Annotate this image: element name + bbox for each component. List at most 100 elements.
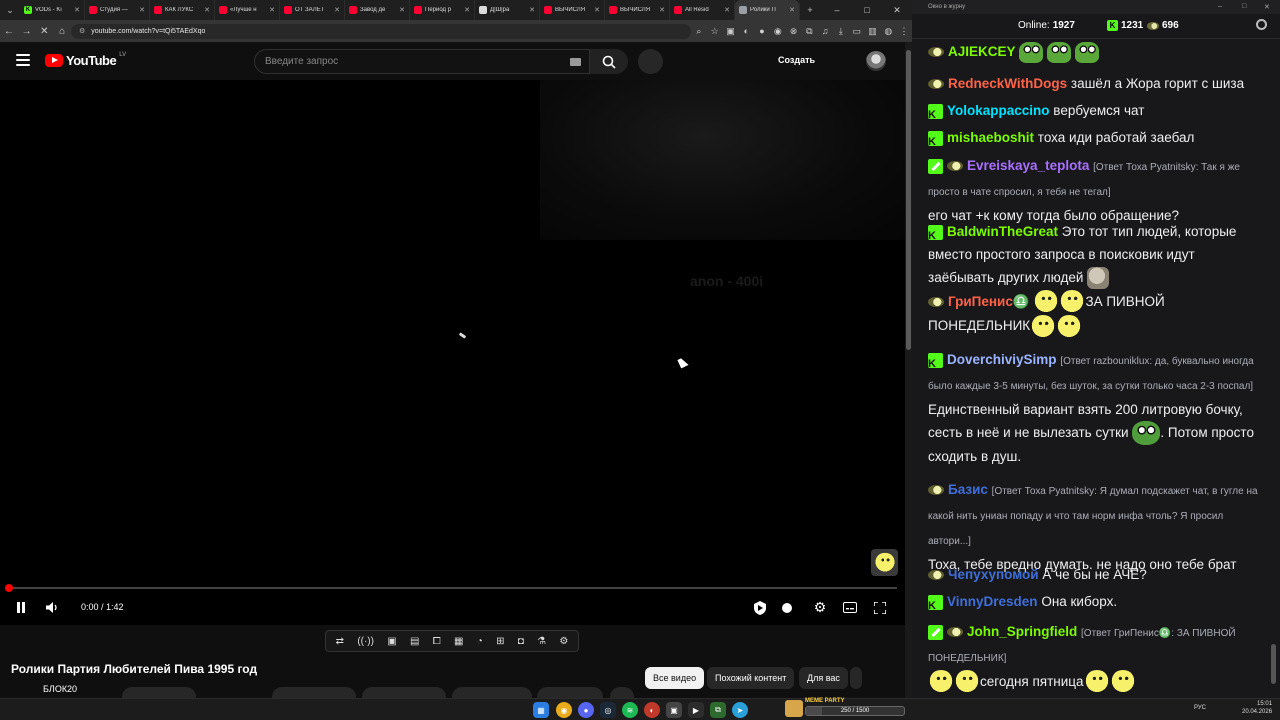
steam-icon[interactable]: ◎ <box>600 702 616 718</box>
media-player-icon[interactable]: ▶ <box>688 702 704 718</box>
tab-5[interactable]: Завод де ✕ <box>345 0 410 20</box>
tab-2[interactable]: КАК ЛУКС ✕ <box>150 0 215 20</box>
tab-9[interactable]: ВЫЧИСЛЯ ✕ <box>605 0 670 20</box>
extension-icon[interactable]: ⊗ <box>786 20 802 42</box>
settings-gear-icon[interactable] <box>1256 19 1267 30</box>
tab-0[interactable]: K VODs - Ki ✕ <box>20 0 85 20</box>
url-field[interactable]: ⚙ youtube.com/watch?v=tQi5TAEdXqo <box>71 23 691 39</box>
chat-message[interactable]: Чепухупомой А че бы не АЧЕ? <box>928 563 1264 586</box>
maximize-icon[interactable]: □ <box>852 0 882 20</box>
tab-close-icon[interactable]: ✕ <box>789 6 795 14</box>
extension-icon[interactable]: ● <box>754 20 770 42</box>
avatar[interactable] <box>866 51 886 71</box>
save-button[interactable] <box>452 687 532 698</box>
tab-close-icon[interactable]: ✕ <box>334 6 340 14</box>
share-button[interactable] <box>362 687 446 698</box>
site-info-icon[interactable]: ⚙ <box>79 27 85 35</box>
filter-chip-for-you[interactable]: Для вас <box>799 667 848 689</box>
start-menu-icon[interactable]: ▦ <box>533 702 549 718</box>
chat-username[interactable]: DoverchiviySimp <box>947 352 1057 367</box>
flask-icon[interactable]: ⚗ <box>537 636 546 647</box>
filter-chip-all[interactable]: Все видео <box>645 667 705 689</box>
chat-username[interactable]: VinnyDresden <box>947 594 1038 609</box>
voice-search-button[interactable] <box>638 49 663 74</box>
chat-username[interactable]: BaldwinTheGreat <box>947 224 1058 239</box>
chat-username[interactable]: Базис <box>948 482 988 497</box>
tab-4[interactable]: ОТ ЗАЛЕТ ✕ <box>280 0 345 20</box>
sidebar-icon[interactable]: ▥ <box>865 20 881 42</box>
settings-gear-icon[interactable]: ⚙ <box>810 595 830 620</box>
extension-icon[interactable]: ▣ <box>723 20 739 42</box>
minimize-icon[interactable]: – <box>822 0 852 20</box>
chat-message[interactable]: K BaldwinTheGreat Это тот тип людей, кото… <box>928 220 1264 290</box>
more-actions-button[interactable] <box>610 687 634 698</box>
stop-icon[interactable]: ✕ <box>36 20 54 42</box>
chat-scrollbar[interactable] <box>1271 40 1276 690</box>
tab-close-icon[interactable]: ✕ <box>269 6 275 14</box>
discord-icon[interactable]: ● <box>578 702 594 718</box>
tab-close-icon[interactable]: ✕ <box>659 6 665 14</box>
fullscreen-icon[interactable] <box>870 595 890 620</box>
filter-chip-related[interactable]: Похожий контент <box>707 667 795 689</box>
menu-kebab-icon[interactable]: ⋮ <box>896 20 912 42</box>
chat-message[interactable]: John_Springfield [Ответ ГриПенис♎: ЗА ПИ… <box>928 620 1264 695</box>
page-scrollbar[interactable] <box>905 42 912 698</box>
hamburger-menu-icon[interactable] <box>16 54 30 66</box>
language-indicator[interactable]: РУС <box>1194 705 1206 711</box>
extension-icon[interactable]: ◉ <box>770 20 786 42</box>
pause-icon[interactable] <box>12 595 30 620</box>
film-strip-icon[interactable]: ▦ <box>454 636 463 647</box>
tab-1[interactable]: Студия — ✕ <box>85 0 150 20</box>
plus-screen-icon[interactable]: ⊞ <box>496 636 504 647</box>
keyboard-icon[interactable] <box>570 58 581 66</box>
tab-close-icon[interactable]: ✕ <box>399 6 405 14</box>
search-button[interactable] <box>590 49 628 74</box>
chat-message[interactable]: Базис [Ответ Тоха Pyatnitsky: Я думал по… <box>928 478 1264 576</box>
profile-icon[interactable]: ◍ <box>880 20 896 42</box>
aspect-icon[interactable]: ⧠ <box>433 636 441 647</box>
tab-3[interactable]: «Лучше н ✕ <box>215 0 280 20</box>
subscribe-button[interactable] <box>122 687 196 698</box>
back-icon[interactable]: ← <box>0 20 18 42</box>
media-icon[interactable]: ♫ <box>817 20 833 42</box>
tab-close-icon[interactable]: ✕ <box>204 6 210 14</box>
new-tab-button[interactable]: + <box>800 0 820 20</box>
search-input[interactable]: Введите запрос <box>254 49 590 74</box>
tab-10[interactable]: All Resid ✕ <box>670 0 735 20</box>
chat-message[interactable]: RedneckWithDogs зашёл а Жора горит с шиз… <box>928 72 1264 95</box>
zoom-icon[interactable]: ⌕ <box>691 20 707 42</box>
tab-close-icon[interactable]: ✕ <box>74 6 80 14</box>
filter-chip-next[interactable] <box>850 667 862 689</box>
chat-message[interactable]: ГриПенис♎ ЗА ПИВНОЙ ПОНЕДЕЛЬНИК <box>928 290 1264 339</box>
tab-search-icon[interactable]: ⌄ <box>0 0 20 20</box>
progress-bar[interactable] <box>8 587 897 589</box>
clapper-icon[interactable]: ▤ <box>410 636 419 647</box>
chat-message[interactable]: K DoverchiviySimp [Ответ razbouniklux: да… <box>928 348 1264 468</box>
screen-icon[interactable]: ▣ <box>387 636 396 647</box>
create-button[interactable]: Создать <box>778 55 815 65</box>
chat-username[interactable]: AJIEKCEY <box>948 44 1016 59</box>
spotify-icon[interactable]: ≋ <box>622 702 638 718</box>
speedometer-icon[interactable]: ◔ <box>477 636 483 647</box>
tab-8[interactable]: ВЫЧИСЛЯ ✕ <box>540 0 605 20</box>
chat-message[interactable]: K VinnyDresden Она киборх. <box>928 590 1264 613</box>
chat-username[interactable]: mishaeboshit <box>947 130 1034 145</box>
extension-icon[interactable]: ◐ <box>738 20 754 42</box>
chat-username[interactable]: Evreiskaya_teplota <box>967 158 1089 173</box>
chat-message[interactable]: Kmishaeboshit тоха иди работай заебал <box>928 126 1264 149</box>
chrome-icon[interactable]: ◉ <box>556 702 572 718</box>
tab-close-icon[interactable]: ✕ <box>594 6 600 14</box>
forward-icon[interactable]: → <box>18 20 36 42</box>
clip-button[interactable] <box>537 687 603 698</box>
cast-icon[interactable]: ▭ <box>849 20 865 42</box>
video-player[interactable]: anon - 400i 0:00 / 1:42 ⚙ <box>0 80 905 625</box>
subtitles-icon[interactable] <box>840 595 860 620</box>
camera-icon[interactable]: ◘ <box>518 636 524 647</box>
chat-message[interactable]: Evreiskaya_teplota [Ответ Тоха Pyatnitsk… <box>928 154 1264 227</box>
tab-close-icon[interactable]: ✕ <box>724 6 730 14</box>
channel-name[interactable]: БЛОК20 <box>43 684 77 694</box>
system-clock[interactable]: 15:01 20.04.2026 <box>1242 700 1272 716</box>
volume-icon[interactable] <box>43 595 61 620</box>
close-icon[interactable]: ✕ <box>1264 3 1270 11</box>
bookmark-star-icon[interactable]: ☆ <box>707 20 723 42</box>
